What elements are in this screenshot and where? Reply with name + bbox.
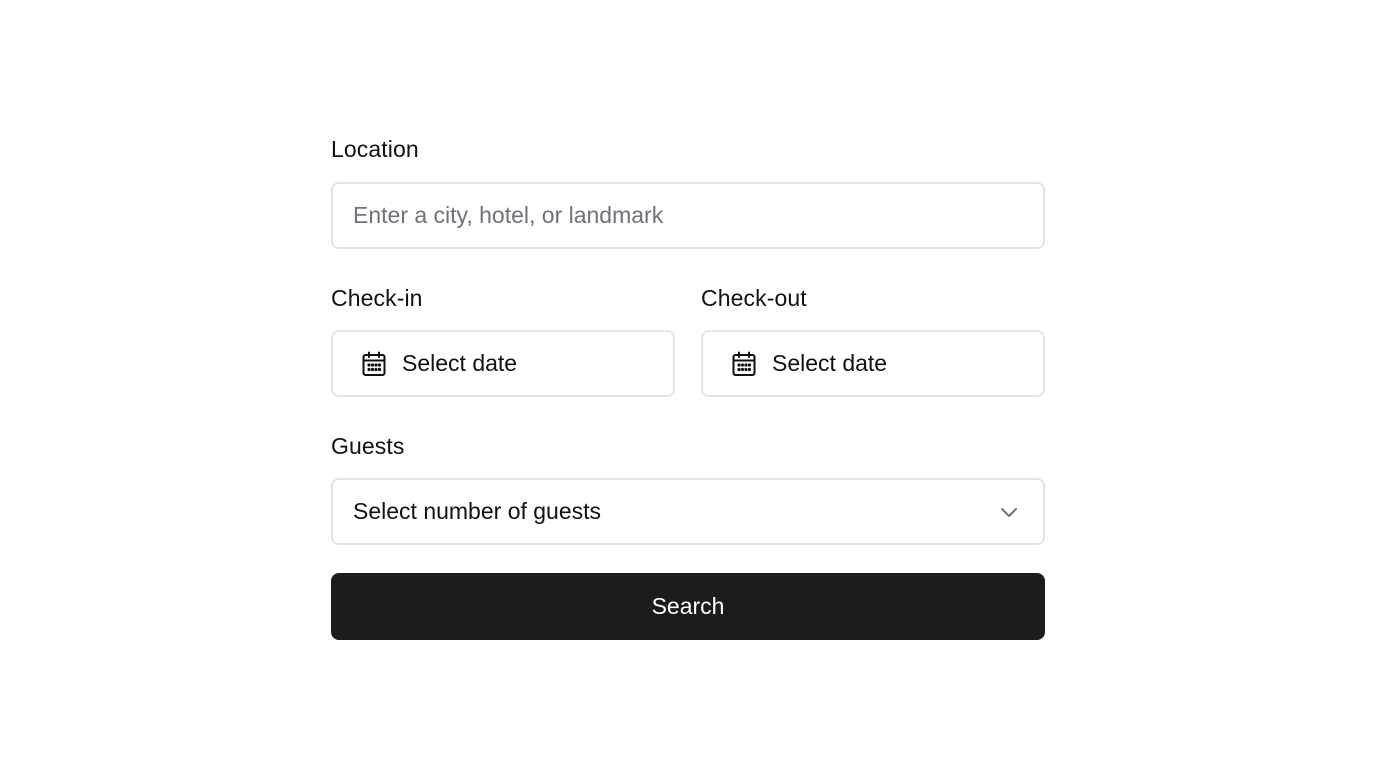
- calendar-icon: [360, 350, 388, 378]
- guests-select[interactable]: Select number of guests: [331, 478, 1045, 545]
- guests-value: Select number of guests: [353, 498, 602, 524]
- calendar-icon: [730, 350, 758, 378]
- location-field[interactable]: [331, 182, 1045, 249]
- checkin-date-button[interactable]: Select date: [331, 330, 675, 397]
- checkout-label: Check-out: [701, 285, 807, 311]
- location-label: Location: [331, 136, 419, 162]
- search-button[interactable]: Search: [331, 573, 1045, 640]
- location-input[interactable]: [333, 184, 1043, 247]
- chevron-down-icon: [997, 500, 1021, 524]
- checkout-date-button[interactable]: Select date: [701, 330, 1045, 397]
- checkin-value: Select date: [402, 350, 518, 376]
- guests-label: Guests: [331, 433, 405, 459]
- checkout-value: Select date: [772, 350, 888, 376]
- checkin-label: Check-in: [331, 285, 423, 311]
